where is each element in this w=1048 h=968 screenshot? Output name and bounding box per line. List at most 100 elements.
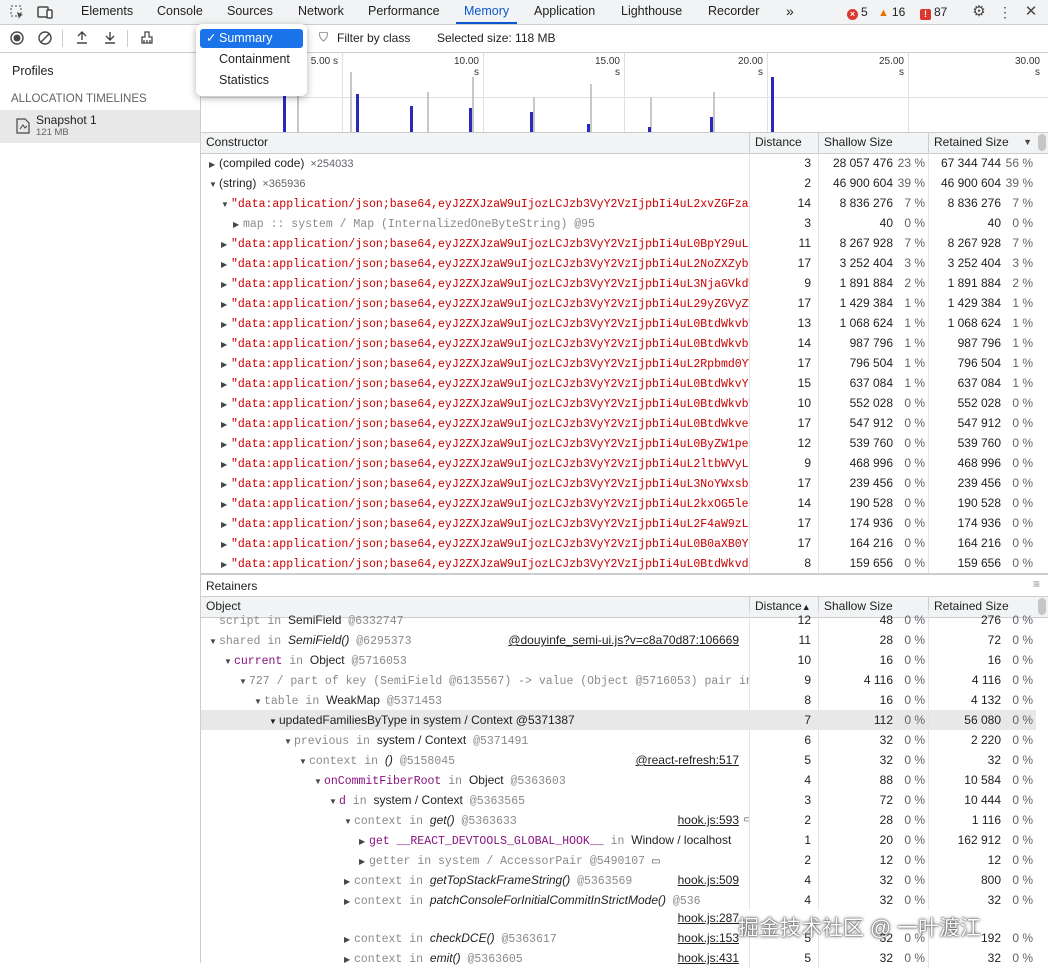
snapshot-item[interactable]: Snapshot 1 121 MB: [0, 110, 200, 143]
tab-application[interactable]: Application: [534, 0, 595, 24]
retainer-row[interactable]: ▼ shared in SemiField() @6295373 @douyinfe…: [201, 630, 1036, 650]
source-link[interactable]: @react-refresh:517: [635, 750, 739, 770]
expand-arrow-right-icon[interactable]: ▶: [221, 395, 231, 413]
expand-arrow-right-icon[interactable]: ▶: [221, 295, 231, 313]
retainer-row[interactable]: script in SemiField @6332747 12 48 0 % 276 0 …: [201, 610, 1036, 630]
summary-row[interactable]: ▶ "data:application/json;base64,eyJ2ZXJza…: [201, 553, 1036, 573]
view-option-containment[interactable]: Containment: [200, 50, 303, 69]
expand-arrow-right-icon[interactable]: ▶: [221, 455, 231, 473]
summary-row[interactable]: ▶ "data:application/json;base64,eyJ2ZXJza…: [201, 493, 1036, 513]
tab-network[interactable]: Network: [298, 0, 344, 24]
summary-row[interactable]: ▶ "data:application/json;base64,eyJ2ZXJza…: [201, 453, 1036, 473]
retainer-row[interactable]: ▼ updatedFamiliesByType in system / Conte…: [201, 710, 1036, 730]
expand-arrow-down-icon[interactable]: ▼: [239, 672, 249, 690]
download-icon[interactable]: [101, 30, 119, 48]
expand-arrow-down-icon[interactable]: ▼: [209, 175, 219, 193]
expand-arrow-right-icon[interactable]: ▶: [221, 375, 231, 393]
settings-gear-icon[interactable]: ⚙: [971, 4, 987, 20]
summary-row[interactable]: ▶ "data:application/json;base64,eyJ2ZXJza…: [201, 353, 1036, 373]
shallow-size-column-header[interactable]: Shallow Size: [818, 133, 928, 153]
summary-row[interactable]: ▶ "data:application/json;base64,eyJ2ZXJza…: [201, 273, 1036, 293]
retainer-row[interactable]: ▼ context in get() @5363633 hook.js:593 ▭ 2 2…: [201, 810, 1036, 830]
expand-arrow-down-icon[interactable]: ▼: [209, 632, 219, 650]
expand-arrow-right-icon[interactable]: ▶: [344, 872, 354, 890]
retainer-row[interactable]: ▼ onCommitFiberRoot in Object @5363603 4 88…: [201, 770, 1036, 790]
tab-console[interactable]: Console: [157, 0, 203, 24]
issues-badge[interactable]: ! 87: [920, 0, 947, 24]
constructor-column-header[interactable]: Constructor: [201, 133, 749, 153]
reveal-in-source-icon[interactable]: ▭: [651, 856, 660, 867]
retainer-row[interactable]: ▼ current in Object @5716053 10 16 0 % 16 0 %: [201, 650, 1036, 670]
summary-row[interactable]: ▶ "data:application/json;base64,eyJ2ZXJza…: [201, 233, 1036, 253]
expand-arrow-right-icon[interactable]: ▶: [221, 235, 231, 253]
source-link[interactable]: hook.js:509: [678, 870, 739, 890]
filter-by-class-input[interactable]: ⛉ Filter by class: [310, 28, 425, 48]
expand-arrow-right-icon[interactable]: ▶: [344, 950, 354, 968]
retainer-row[interactable]: ▼ 727 / part of key (SemiField @6135567) …: [201, 670, 1036, 690]
tab-elements[interactable]: Elements: [81, 0, 133, 24]
tab-sources[interactable]: Sources: [227, 0, 273, 24]
retainer-row[interactable]: ▼ previous in system / Context @5371491 6 3…: [201, 730, 1036, 750]
tab-performance[interactable]: Performance: [368, 0, 440, 24]
view-option-statistics[interactable]: Statistics: [200, 71, 303, 90]
expand-arrow-right-icon[interactable]: ▶: [344, 930, 354, 948]
clear-icon[interactable]: [36, 30, 54, 48]
inspect-element-icon[interactable]: [9, 4, 25, 20]
expand-arrow-down-icon[interactable]: ▼: [224, 652, 234, 670]
retainer-row[interactable]: ▶ get __REACT_DEVTOOLS_GLOBAL_HOOK__ in W…: [201, 830, 1036, 850]
expand-arrow-right-icon[interactable]: ▶: [344, 892, 354, 912]
retainer-row[interactable]: ▶ context in emit() @5363605 hook.js:431 5 3…: [201, 948, 1036, 968]
retainer-row[interactable]: ▶ getter in system / AccessorPair @549010…: [201, 850, 1036, 870]
expand-arrow-right-icon[interactable]: ▶: [221, 275, 231, 293]
summary-row[interactable]: ▶ "data:application/json;base64,eyJ2ZXJza…: [201, 513, 1036, 533]
summary-row[interactable]: ▶ "data:application/json;base64,eyJ2ZXJza…: [201, 253, 1036, 273]
summary-row[interactable]: ▶ "data:application/json;base64,eyJ2ZXJza…: [201, 333, 1036, 353]
summary-row[interactable]: ▶ "data:application/json;base64,eyJ2ZXJza…: [201, 373, 1036, 393]
expand-arrow-right-icon[interactable]: ▶: [233, 215, 243, 233]
retained-size-column-header[interactable]: Retained Size ▼: [928, 133, 1036, 153]
expand-arrow-down-icon[interactable]: ▼: [314, 772, 324, 790]
summary-row[interactable]: ▶ "data:application/json;base64,eyJ2ZXJza…: [201, 473, 1036, 493]
expand-arrow-down-icon[interactable]: ▼: [221, 195, 231, 213]
expand-arrow-down-icon[interactable]: ▼: [299, 752, 309, 770]
source-link[interactable]: hook.js:593: [678, 810, 739, 830]
panel-drag-handle-icon[interactable]: ≡: [1033, 577, 1040, 591]
more-tabs-button[interactable]: »: [786, 0, 794, 24]
tab-recorder[interactable]: Recorder: [708, 0, 759, 24]
expand-arrow-right-icon[interactable]: ▶: [221, 335, 231, 353]
summary-row[interactable]: ▶ "data:application/json;base64,eyJ2ZXJza…: [201, 433, 1036, 453]
summary-row[interactable]: ▼ (string) ×365936 2 46 900 604 39 % 46 900 60…: [201, 173, 1036, 193]
expand-arrow-right-icon[interactable]: ▶: [209, 155, 219, 173]
collect-garbage-icon[interactable]: [138, 30, 156, 48]
retainer-row[interactable]: ▼ d in system / Context @5363565 3 72 0 % 10 …: [201, 790, 1036, 810]
summary-row[interactable]: ▶ "data:application/json;base64,eyJ2ZXJza…: [201, 413, 1036, 433]
tab-lighthouse[interactable]: Lighthouse: [621, 0, 682, 24]
close-devtools-icon[interactable]: ✕: [1023, 4, 1039, 20]
summary-scrollbar[interactable]: [1038, 134, 1046, 151]
expand-arrow-right-icon[interactable]: ▶: [221, 415, 231, 433]
device-toolbar-icon[interactable]: [37, 4, 53, 20]
source-link[interactable]: hook.js:287: [678, 908, 739, 928]
summary-row[interactable]: ▼ "data:application/json;base64,eyJ2ZXJza…: [201, 193, 1036, 213]
summary-row[interactable]: ▶ "data:application/json;base64,eyJ2ZXJza…: [201, 293, 1036, 313]
more-options-icon[interactable]: ⋮: [997, 4, 1013, 20]
expand-arrow-right-icon[interactable]: ▶: [221, 475, 231, 493]
expand-arrow-right-icon[interactable]: ▶: [359, 852, 369, 870]
errors-badge[interactable]: × 5: [847, 0, 868, 24]
expand-arrow-right-icon[interactable]: ▶: [221, 315, 231, 333]
source-link[interactable]: @douyinfe_semi-ui.js?v=c8a70d87:106669: [508, 630, 739, 650]
tab-memory[interactable]: Memory: [455, 0, 518, 24]
upload-icon[interactable]: [73, 30, 91, 48]
expand-arrow-right-icon[interactable]: ▶: [221, 355, 231, 373]
warnings-badge[interactable]: ▲ 16: [878, 0, 905, 24]
view-option-summary[interactable]: ✓ Summary: [200, 29, 303, 48]
record-icon[interactable]: [8, 30, 26, 48]
summary-row[interactable]: ▶ "data:application/json;base64,eyJ2ZXJza…: [201, 533, 1036, 553]
summary-row[interactable]: ▶ map :: system / Map (InternalizedOneByt…: [201, 213, 1036, 233]
retainer-row[interactable]: ▶ context in getTopStackFrameString() @53…: [201, 870, 1036, 890]
summary-row[interactable]: ▶ "data:application/json;base64,eyJ2ZXJza…: [201, 313, 1036, 333]
distance-column-header[interactable]: Distance: [749, 133, 818, 153]
expand-arrow-right-icon[interactable]: ▶: [221, 495, 231, 513]
summary-row[interactable]: ▶ (compiled code) ×254033 3 28 057 476 23 % 67…: [201, 153, 1036, 173]
expand-arrow-right-icon[interactable]: ▶: [221, 435, 231, 453]
